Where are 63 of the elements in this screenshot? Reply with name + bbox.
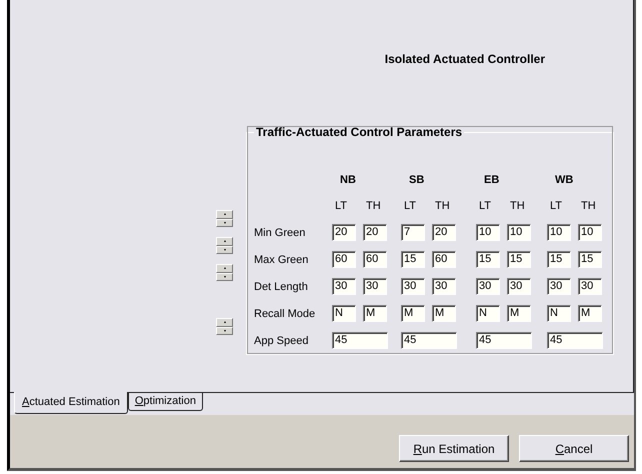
cancel-button[interactable]: Cancel xyxy=(519,435,629,462)
input-field[interactable]: 60 xyxy=(332,251,356,268)
column-header: WB xyxy=(554,174,574,188)
input-field[interactable]: 30 xyxy=(507,278,531,295)
column-header: TH xyxy=(365,200,382,212)
column-header: SB xyxy=(408,174,426,188)
input-field[interactable]: N xyxy=(332,305,356,322)
row-label: Max Green xyxy=(254,254,308,266)
input-field[interactable]: M xyxy=(578,305,602,322)
input-field[interactable]: 30 xyxy=(363,278,387,295)
input-field[interactable]: 45 xyxy=(332,332,388,349)
input-field[interactable]: 30 xyxy=(547,278,571,295)
run-button[interactable]: Run Estimation xyxy=(399,435,509,462)
input-field[interactable]: M xyxy=(432,305,456,322)
tab[interactable]: Actuated Estimation xyxy=(14,392,128,414)
input-field[interactable]: 45 xyxy=(547,332,603,349)
row-label: App Speed xyxy=(254,334,308,346)
input-field[interactable]: M xyxy=(363,305,387,322)
tab[interactable]: Optimization xyxy=(128,393,203,411)
input-field[interactable]: 30 xyxy=(432,278,456,295)
column-header: TH xyxy=(434,200,451,212)
input-field[interactable]: 45 xyxy=(476,332,532,349)
input-field[interactable]: N xyxy=(547,305,571,322)
input-field[interactable]: 15 xyxy=(547,251,571,268)
spinner-button[interactable] xyxy=(216,237,233,254)
input-field[interactable]: 60 xyxy=(432,251,456,268)
input-field[interactable]: 10 xyxy=(507,224,531,241)
input-field[interactable]: 15 xyxy=(476,251,500,268)
column-header: EB xyxy=(483,174,500,188)
window-title: Isolated Actuated Controller xyxy=(384,52,546,66)
row-label: Det Length xyxy=(254,280,308,292)
column-header: TH xyxy=(509,200,526,212)
row-label: Min Green xyxy=(254,226,306,238)
row-label: Recall Mode xyxy=(254,308,316,320)
input-field[interactable]: 20 xyxy=(332,224,356,241)
input-field[interactable]: 30 xyxy=(476,278,500,295)
input-field[interactable]: 10 xyxy=(547,224,571,241)
input-field[interactable]: 30 xyxy=(578,278,602,295)
input-field[interactable]: 30 xyxy=(401,278,425,295)
column-header: NB xyxy=(339,174,357,188)
input-field[interactable]: 20 xyxy=(363,224,387,241)
input-field[interactable]: M xyxy=(507,305,531,322)
input-field[interactable]: 45 xyxy=(401,332,457,349)
column-header: TH xyxy=(580,200,597,212)
input-field[interactable]: M xyxy=(401,305,425,322)
input-field[interactable]: 15 xyxy=(507,251,531,268)
input-field[interactable]: 10 xyxy=(578,224,602,241)
column-header: LT xyxy=(403,200,418,212)
spinner-button[interactable] xyxy=(216,318,233,335)
input-field[interactable]: 15 xyxy=(401,251,425,268)
column-header: LT xyxy=(334,200,348,212)
input-field[interactable]: 60 xyxy=(363,251,387,268)
spinner-button[interactable] xyxy=(216,210,233,227)
input-field[interactable]: 30 xyxy=(332,278,356,295)
group-title: Traffic-Actuated Control Parameters xyxy=(255,125,464,139)
input-field[interactable]: N xyxy=(476,305,500,322)
column-header: LT xyxy=(478,200,492,212)
input-field[interactable]: 7 xyxy=(401,224,425,241)
input-field[interactable]: 20 xyxy=(432,224,456,241)
input-field[interactable]: 15 xyxy=(578,251,602,268)
input-field[interactable]: 10 xyxy=(476,224,500,241)
spinner-button[interactable] xyxy=(216,264,233,281)
column-header: LT xyxy=(549,200,564,212)
